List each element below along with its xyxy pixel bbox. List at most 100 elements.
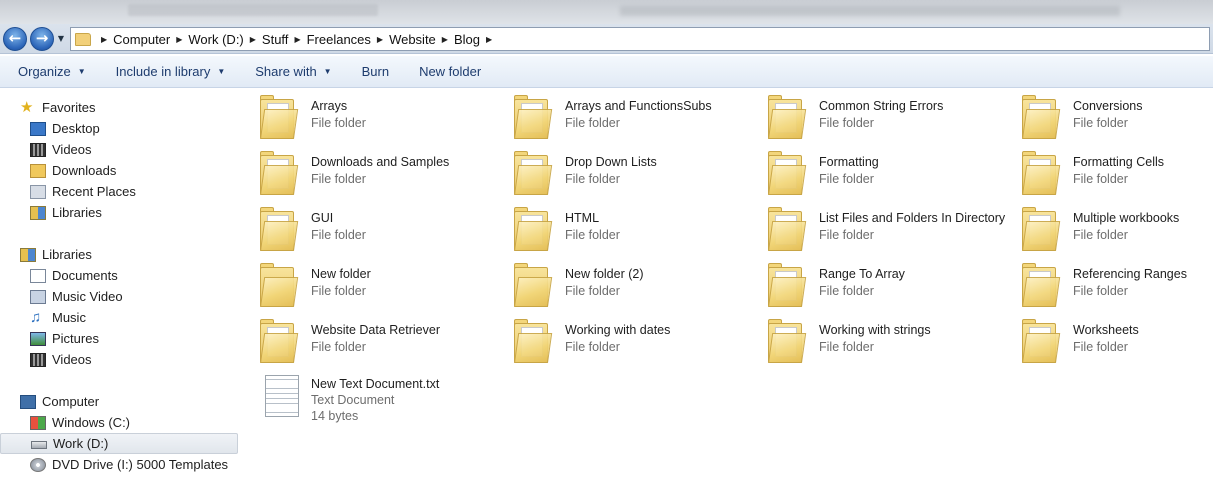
nav-music[interactable]: ♫ Music [0, 307, 238, 328]
share-with-button[interactable]: Share with ▼ [255, 64, 331, 79]
include-in-library-button[interactable]: Include in library ▼ [116, 64, 226, 79]
chevron-right-icon[interactable]: ▶ [101, 35, 107, 44]
item-name: New folder (2) [565, 267, 644, 281]
recent-pages-dropdown[interactable]: ▼ [56, 33, 66, 45]
folder-icon [260, 207, 299, 251]
folder-icon [1022, 263, 1061, 307]
nav-label: Pictures [52, 331, 99, 346]
chevron-right-icon[interactable]: ▶ [377, 35, 383, 44]
include-in-library-label: Include in library [115, 64, 211, 79]
libraries-icon [30, 205, 46, 220]
folder-item[interactable]: List Files and Folders In Directory File… [748, 201, 1005, 253]
nav-label: Desktop [52, 121, 100, 136]
breadcrumb-blog[interactable]: Blog [454, 32, 480, 47]
breadcrumb-website[interactable]: Website [389, 32, 436, 47]
nav-libraries[interactable]: Libraries [0, 244, 238, 265]
item-name: Conversions [1073, 99, 1143, 113]
folder-icon [768, 319, 807, 363]
nav-recent-places[interactable]: Recent Places [0, 181, 238, 202]
breadcrumb-work-d[interactable]: Work (D:) [188, 32, 243, 47]
folder-item[interactable]: Arrays File folder [240, 89, 490, 141]
nav-label: Music [52, 310, 86, 325]
command-bar: Organize ▼ Include in library ▼ Share wi… [0, 56, 1213, 88]
video-icon [30, 142, 46, 157]
nav-pictures[interactable]: Pictures [0, 328, 238, 349]
folder-item[interactable]: Arrays and FunctionsSubs File folder [494, 89, 744, 141]
nav-work-d[interactable]: Work (D:) [0, 433, 238, 454]
windows-drive-icon [30, 415, 46, 430]
chevron-right-icon[interactable]: ▶ [176, 35, 182, 44]
folder-icon [260, 151, 299, 195]
folder-item[interactable]: Common String Errors File folder [748, 89, 998, 141]
desktop-icon [30, 121, 46, 136]
item-type: File folder [1073, 116, 1128, 130]
item-name: New Text Document.txt [311, 377, 440, 391]
chevron-right-icon[interactable]: ▶ [294, 35, 300, 44]
music-note-icon: ♫ [30, 308, 42, 326]
nav-videos[interactable]: Videos [0, 139, 238, 160]
breadcrumb-computer[interactable]: Computer [113, 32, 170, 47]
nav-label: Computer [42, 394, 100, 409]
nav-windows-c[interactable]: Windows (C:) [0, 412, 238, 433]
item-name: HTML [565, 211, 600, 225]
nav-label: DVD Drive (I:) 5000 Templates [52, 457, 229, 472]
nav-label: Libraries [52, 205, 102, 220]
nav-libraries-favorite[interactable]: Libraries [0, 202, 238, 223]
folder-item[interactable]: Range To Array File folder [748, 257, 998, 309]
folder-item[interactable]: Conversions File folder [1002, 89, 1213, 141]
folder-item[interactable]: Formatting Cells File folder [1002, 145, 1213, 197]
forward-arrow-icon: → [35, 29, 49, 47]
folder-item[interactable]: Working with dates File folder [494, 313, 744, 365]
folder-item[interactable]: HTML File folder [494, 201, 744, 253]
nav-favorites[interactable]: ★ Favorites [0, 97, 238, 118]
chevron-right-icon[interactable]: ▶ [442, 35, 448, 44]
folder-icon [514, 151, 553, 195]
item-name: Formatting [819, 155, 879, 169]
nav-desktop[interactable]: Desktop [0, 118, 238, 139]
nav-library-videos[interactable]: Videos [0, 349, 238, 370]
nav-downloads[interactable]: Downloads [0, 160, 238, 181]
folder-item[interactable]: Working with strings File folder [748, 313, 998, 365]
new-folder-button[interactable]: New folder [419, 64, 481, 79]
burn-button[interactable]: Burn [362, 64, 389, 79]
breadcrumb[interactable]: ▶ Computer ▶ Work (D:) ▶ Stuff ▶ Freelan… [70, 27, 1210, 51]
nav-music-video[interactable]: Music Video [0, 286, 238, 307]
nav-dvd-drive[interactable]: DVD Drive (I:) 5000 Templates [0, 454, 238, 475]
folder-item[interactable]: Worksheets File folder [1002, 313, 1213, 365]
folder-item[interactable]: GUI File folder [240, 201, 490, 253]
item-type: File folder [311, 284, 366, 298]
folder-item[interactable]: New folder File folder [240, 257, 490, 309]
folder-item[interactable]: New folder (2) File folder [494, 257, 744, 309]
breadcrumb-freelances[interactable]: Freelances [307, 32, 371, 47]
folder-item[interactable]: Downloads and Samples File folder [240, 145, 490, 197]
nav-label: Libraries [42, 247, 92, 262]
document-icon [30, 268, 46, 283]
item-type: File folder [565, 116, 620, 130]
breadcrumb-stuff[interactable]: Stuff [262, 32, 289, 47]
folder-icon [75, 32, 91, 46]
nav-label: Recent Places [52, 184, 136, 199]
nav-label: Videos [52, 142, 92, 157]
share-with-label: Share with [255, 64, 317, 79]
chevron-down-icon: ▼ [217, 67, 226, 76]
back-button[interactable]: ← [3, 27, 27, 51]
nav-documents[interactable]: Documents [0, 265, 238, 286]
chevron-right-icon[interactable]: ▶ [250, 35, 256, 44]
computer-icon [20, 394, 36, 409]
organize-button[interactable]: Organize ▼ [18, 64, 86, 79]
folder-item[interactable]: Drop Down Lists File folder [494, 145, 744, 197]
chevron-down-icon: ▼ [323, 67, 332, 76]
folder-item[interactable]: Referencing Ranges File folder [1002, 257, 1213, 309]
folder-item[interactable]: Website Data Retriever File folder [240, 313, 490, 365]
item-name: Formatting Cells [1073, 155, 1164, 169]
address-row: ← → ▼ ▶ Computer ▶ Work (D:) ▶ Stuff ▶ F… [0, 24, 1213, 54]
item-type: File folder [819, 172, 874, 186]
folder-item[interactable]: Multiple workbooks File folder [1002, 201, 1213, 253]
forward-button[interactable]: → [30, 27, 54, 51]
blurred-title [128, 4, 378, 16]
file-item[interactable]: New Text Document.txt Text Document 14 b… [240, 369, 490, 429]
folder-item[interactable]: Formatting File folder [748, 145, 998, 197]
nav-computer[interactable]: Computer [0, 391, 238, 412]
chevron-right-icon[interactable]: ▶ [486, 35, 492, 44]
item-name: Working with dates [565, 323, 671, 337]
